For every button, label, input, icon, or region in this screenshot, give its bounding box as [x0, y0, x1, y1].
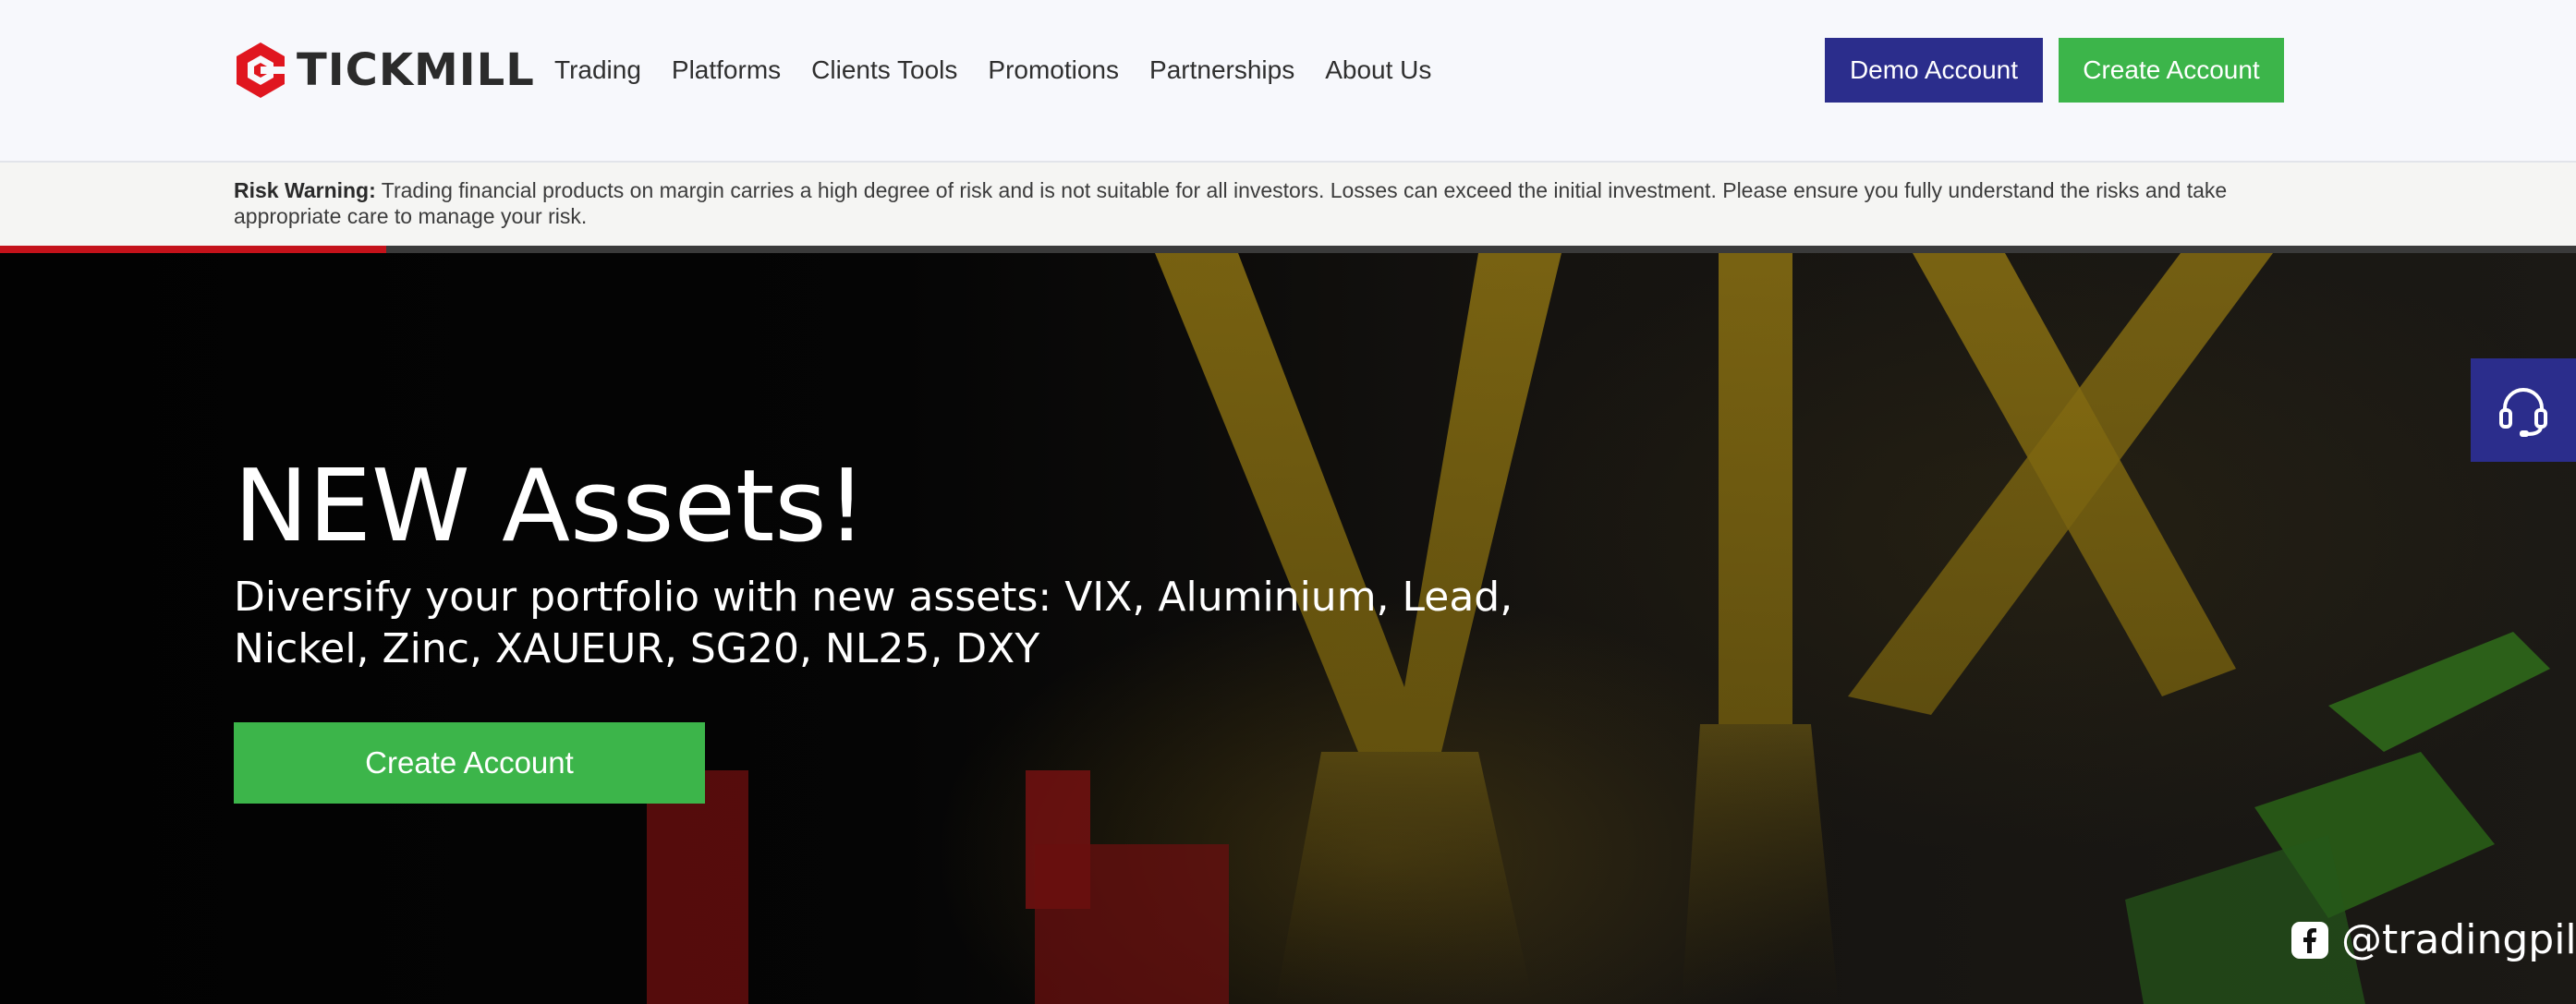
tickmill-logo-icon [237, 42, 285, 98]
hero-create-account-button[interactable]: Create Account [234, 722, 705, 804]
headset-icon [2499, 387, 2547, 437]
hero-subtitle: Diversify your portfolio with new assets… [234, 574, 1513, 672]
create-account-button[interactable]: Create Account [2059, 38, 2284, 103]
brand-name: TICKMILL [297, 44, 535, 96]
slider-progress-bar [0, 246, 2576, 253]
facebook-icon [2291, 921, 2328, 959]
nav-item-clients-tools[interactable]: Clients Tools [811, 50, 957, 91]
support-chat-button[interactable] [2471, 358, 2576, 462]
site-header: TICKMILL Trading Platforms Clients Tools… [0, 0, 2576, 163]
nav-item-trading[interactable]: Trading [554, 50, 641, 91]
risk-warning-text: Trading financial products on margin car… [234, 178, 2228, 228]
nav-item-partnerships[interactable]: Partnerships [1149, 50, 1294, 91]
nav-item-platforms[interactable]: Platforms [672, 50, 781, 91]
tickmill-logo[interactable]: TICKMILL [234, 41, 535, 100]
risk-warning: Risk Warning: Trading financial products… [234, 177, 2294, 229]
hero-title: NEW Assets! [234, 449, 867, 564]
demo-account-button[interactable]: Demo Account [1825, 38, 2043, 103]
nav-item-about-us[interactable]: About Us [1325, 50, 1431, 91]
watermark-handle: @tradingpill [2341, 916, 2576, 963]
hero-banner: NEW Assets! Diversify your portfolio wit… [0, 253, 2576, 1004]
slider-progress-fill [0, 246, 387, 253]
risk-warning-title: Risk Warning: [234, 178, 376, 202]
social-watermark: @tradingpill [2291, 916, 2576, 963]
nav-item-promotions[interactable]: Promotions [988, 50, 1119, 91]
risk-warning-bar: Risk Warning: Trading financial products… [0, 163, 2576, 246]
main-nav: Trading Platforms Clients Tools Promotio… [554, 50, 1462, 91]
